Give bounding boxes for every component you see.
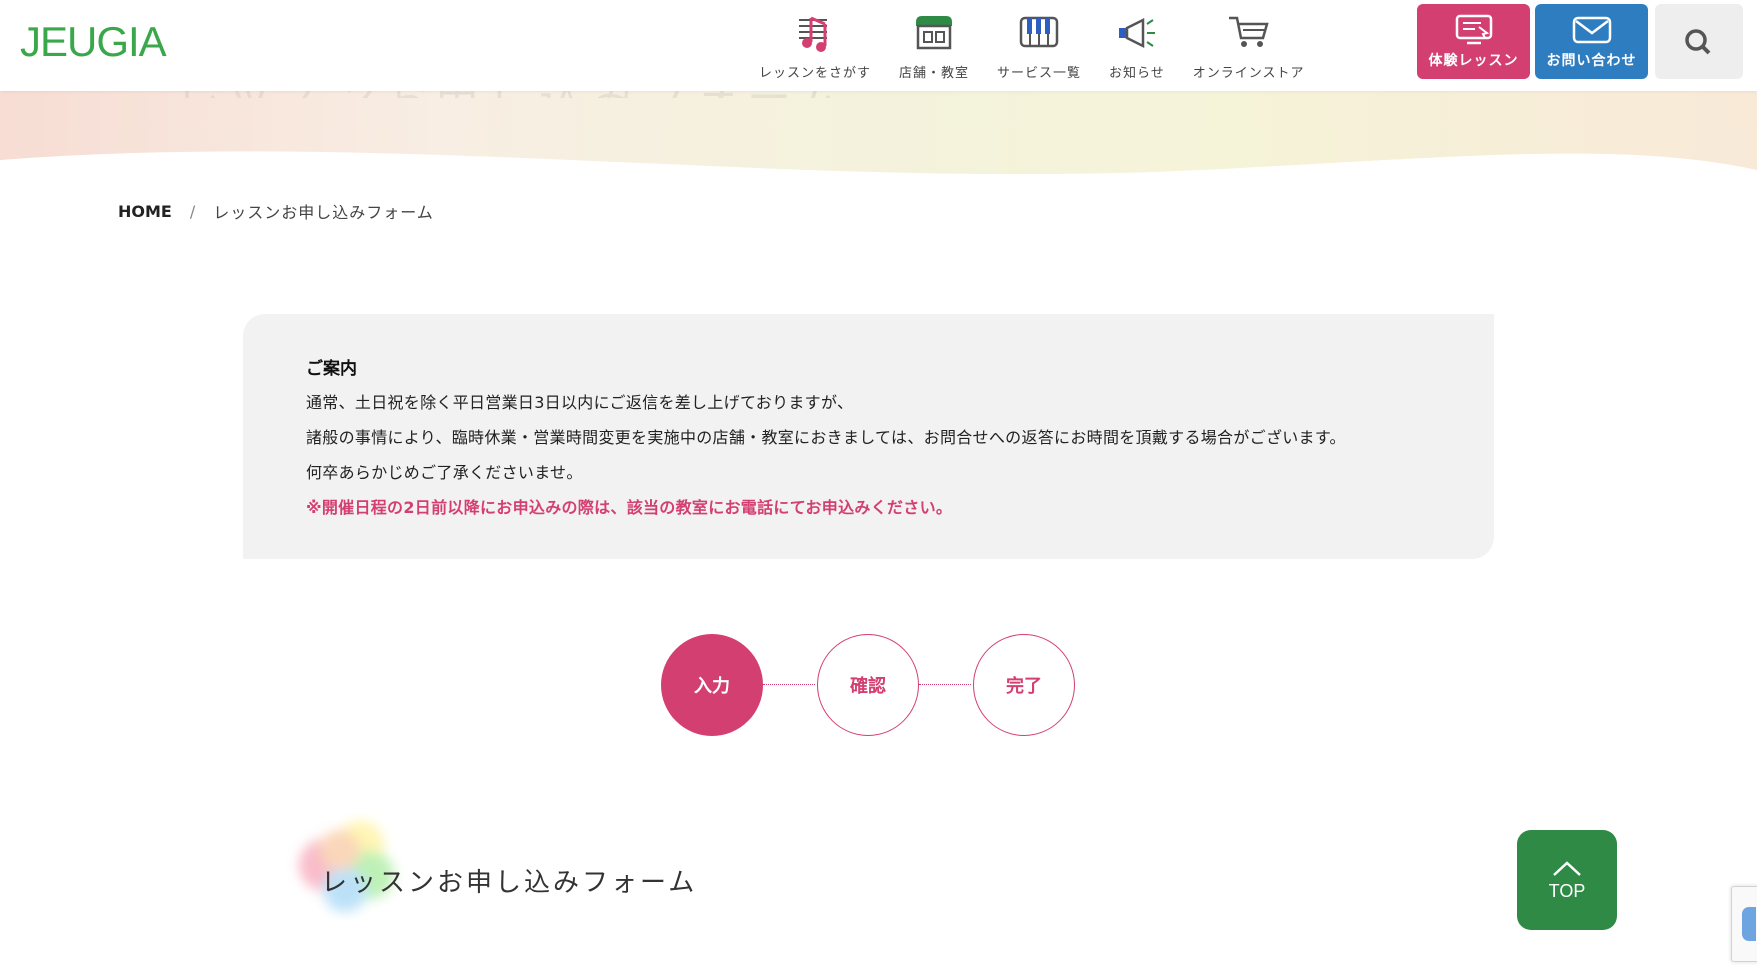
storefront-icon <box>916 16 953 50</box>
nav-item-services[interactable]: サービス一覧 <box>997 0 1081 91</box>
shopping-cart-icon <box>1228 16 1269 47</box>
notice-line: 何卒あらかじめご了承くださいませ。 <box>306 463 583 482</box>
music-note-icon <box>799 16 827 52</box>
nav-item-online-store[interactable]: オンラインストア <box>1193 0 1305 91</box>
notice-line: 通常、土日祝を除く平日営業日3日以内にご返信を差し上げておりますが、 <box>306 393 854 412</box>
step-connector <box>763 684 815 685</box>
trial-lesson-button[interactable]: 体験レッスン <box>1417 4 1530 79</box>
nav-label: お知らせ <box>1109 66 1165 81</box>
main-nav: レッスンをさがす 店舗・教室 サービス一覧 お知らせ オンラインストア <box>745 0 1319 91</box>
step-connector <box>919 684 971 685</box>
search-button[interactable] <box>1655 4 1743 79</box>
contact-button[interactable]: お問い合わせ <box>1535 4 1648 79</box>
nav-item-news[interactable]: お知らせ <box>1109 0 1165 91</box>
hero-wave-divider <box>0 151 1757 200</box>
monitor-cursor-icon <box>1455 14 1492 44</box>
recaptcha-icon <box>1742 907 1756 941</box>
nav-item-find-lesson[interactable]: レッスンをさがす <box>759 0 871 91</box>
notice-warning: ※開催日程の2日前以降にお申込みの際は、該当の教室にお電話にてお申込みください。 <box>306 498 953 517</box>
search-icon <box>1685 28 1711 54</box>
form-heading-block: レッスンお申し込みフォーム <box>285 810 745 920</box>
step-complete: 完了 <box>973 634 1075 736</box>
trial-lesson-label: 体験レッスン <box>1428 52 1519 69</box>
megaphone-icon <box>1118 17 1155 49</box>
form-heading: レッスンお申し込みフォーム <box>321 868 698 898</box>
step-indicator: 入力 確認 完了 <box>661 634 1075 736</box>
notice-title: ご案内 <box>306 359 357 379</box>
notice-box: ご案内 通常、土日祝を除く平日営業日3日以内にご返信を差し上げておりますが、 諸… <box>243 314 1494 559</box>
mail-icon <box>1572 16 1611 43</box>
back-to-top-label: TOP <box>1548 880 1586 901</box>
breadcrumb: HOME / レッスンお申し込みフォーム <box>118 199 434 223</box>
back-to-top-button[interactable]: TOP <box>1517 830 1617 930</box>
nav-label: オンラインストア <box>1192 66 1305 81</box>
nav-item-stores[interactable]: 店舗・教室 <box>899 0 969 91</box>
site-header: JEUGIA レッスンをさがす 店舗・教室 サービス一覧 お知らせ オンラインス… <box>0 0 1757 91</box>
breadcrumb-home-link[interactable]: HOME <box>118 202 172 221</box>
step-input: 入力 <box>661 634 763 736</box>
site-logo[interactable]: JEUGIA <box>20 18 167 66</box>
nav-label: 店舗・教室 <box>899 66 970 81</box>
notice-line: 諸般の事情により、臨時休業・営業時間変更を実施中の店舗・教室におきましては、お問… <box>306 428 1346 447</box>
recaptcha-badge[interactable] <box>1731 886 1757 962</box>
breadcrumb-separator: / <box>189 201 196 221</box>
nav-label: サービス一覧 <box>997 66 1082 81</box>
chevron-up-icon <box>1553 860 1581 876</box>
contact-label: お問い合わせ <box>1546 52 1637 69</box>
nav-label: レッスンをさがす <box>759 66 872 81</box>
piano-keys-icon <box>1019 16 1059 48</box>
step-confirm: 確認 <box>817 634 919 736</box>
breadcrumb-current: レッスンお申し込みフォーム <box>213 203 434 222</box>
